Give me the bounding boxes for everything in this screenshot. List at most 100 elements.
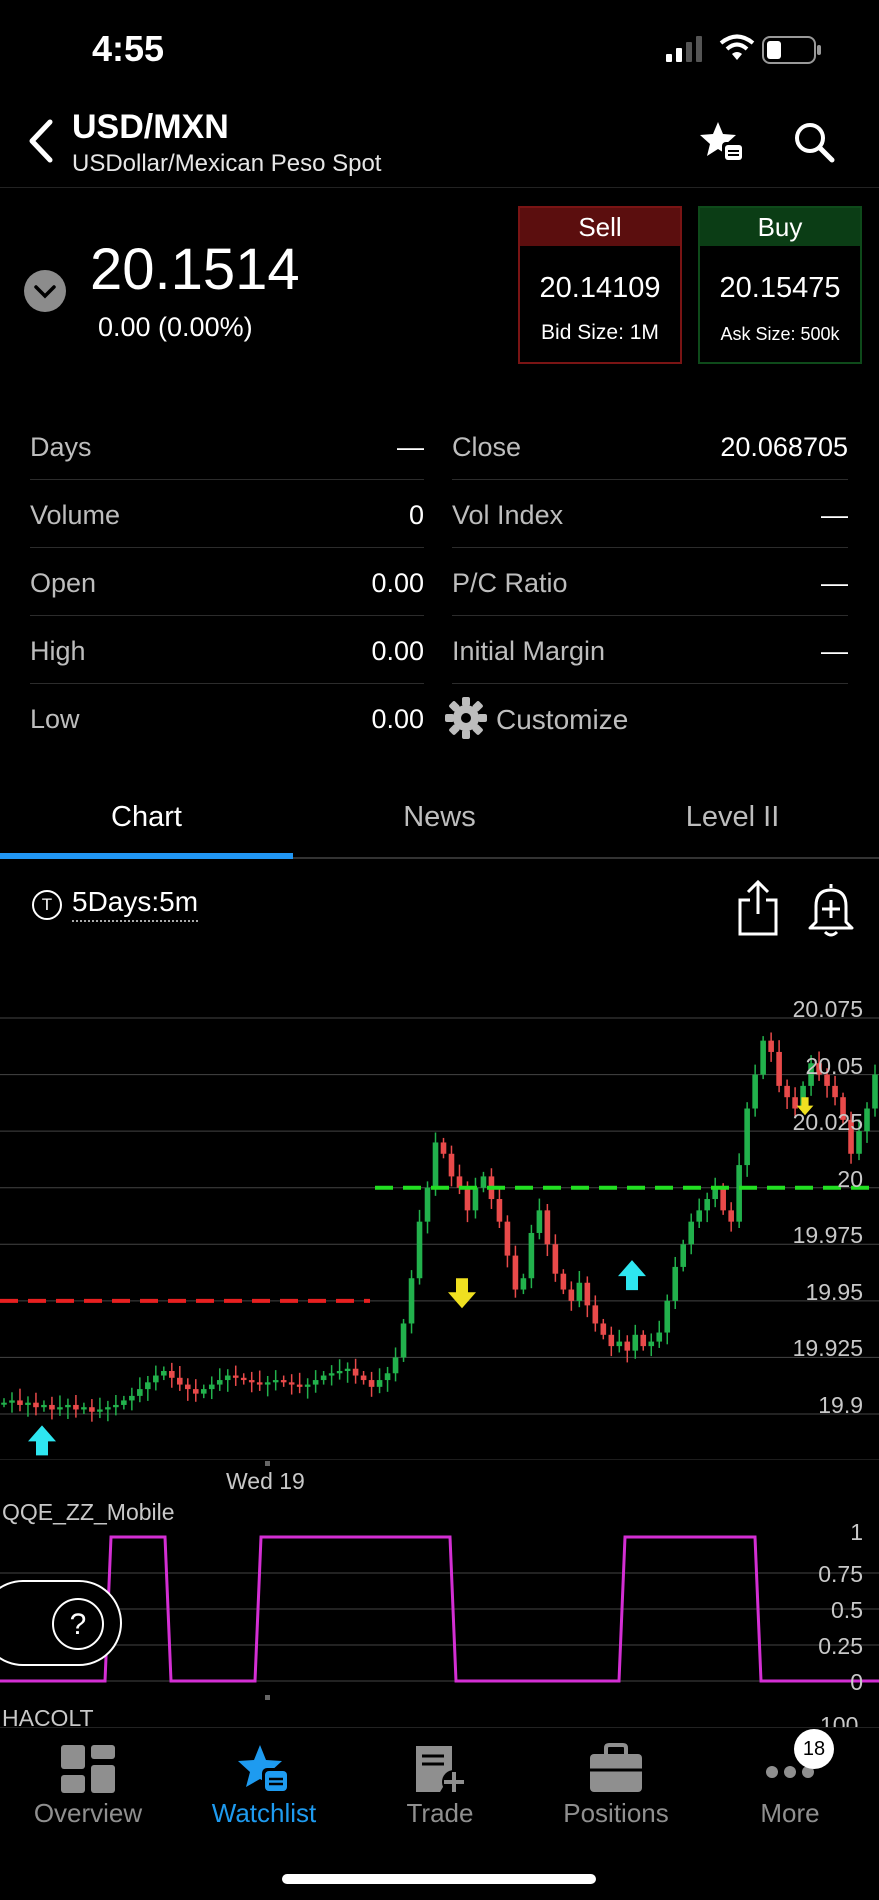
candle-body xyxy=(384,1373,391,1381)
status-bar: 4:55 xyxy=(0,0,879,100)
candle-body xyxy=(113,1404,119,1408)
candle-body xyxy=(560,1273,567,1290)
oscillator-tick-label: 0.25 xyxy=(818,1633,863,1659)
candle-body xyxy=(240,1377,247,1381)
nav-more[interactable]: More xyxy=(702,1728,878,1848)
nav-label: Overview xyxy=(33,1798,143,1828)
candle-body xyxy=(9,1400,15,1403)
nav-trade[interactable]: Trade xyxy=(352,1728,528,1848)
oscillator-chart[interactable] xyxy=(0,1525,879,1685)
candle-body xyxy=(121,1400,127,1405)
watchlist-star-icon[interactable] xyxy=(698,118,746,166)
candle-body xyxy=(304,1384,311,1387)
stat-value: — xyxy=(821,568,848,598)
candle-body xyxy=(752,1074,758,1109)
stat-low: Low 0.00 xyxy=(30,684,424,752)
trade-icon xyxy=(416,1746,466,1794)
candle-body xyxy=(145,1382,151,1390)
y-tick-label: 19.975 xyxy=(792,1222,863,1249)
candle-body xyxy=(472,1187,479,1211)
candle-body xyxy=(176,1377,183,1385)
oscillator-grid xyxy=(0,1572,879,1682)
bid-size: Bid Size: 1M xyxy=(541,321,659,344)
y-tick-label: 20.05 xyxy=(805,1052,863,1079)
candle-body xyxy=(97,1409,103,1412)
candle-body xyxy=(272,1380,279,1383)
candle-body xyxy=(480,1176,487,1188)
nav-watchlist[interactable]: Watchlist xyxy=(176,1728,352,1848)
oscillator-tick-label: 0.5 xyxy=(831,1597,863,1623)
candle-body xyxy=(440,1142,447,1154)
expand-quote-button[interactable] xyxy=(24,270,66,312)
candle-body xyxy=(720,1187,726,1211)
stat-initial-margin: Initial Margin — xyxy=(452,616,848,684)
candle-body xyxy=(416,1221,423,1279)
oscillator-tick-label: 0 xyxy=(850,1669,863,1695)
candle-body xyxy=(232,1375,239,1378)
stat-label: Low xyxy=(30,704,80,734)
tab-news[interactable]: News xyxy=(293,775,586,859)
stat-label: Open xyxy=(30,568,97,598)
nav-positions[interactable]: Positions xyxy=(528,1728,704,1848)
help-pill[interactable]: ? xyxy=(0,1580,122,1666)
stat-label: Days xyxy=(30,432,92,462)
period-selector[interactable]: 5Days:5m xyxy=(72,886,199,922)
chart-toolbar: T 5Days:5m xyxy=(0,876,879,956)
battery-icon xyxy=(762,36,821,64)
customize-label: Customize xyxy=(496,704,629,735)
candle-body xyxy=(616,1341,623,1347)
quote-panel: 20.1514 0.00 (0.00%) Sell 20.14109 Bid S… xyxy=(0,190,879,380)
help-button[interactable]: ? xyxy=(52,1598,104,1650)
y-tick-label: 19.9 xyxy=(818,1392,863,1418)
oscillator-tick-label: 1 xyxy=(850,1519,863,1545)
candle-body xyxy=(33,1402,39,1408)
wifi-icon xyxy=(719,34,755,60)
stat-value: — xyxy=(821,500,848,530)
candle-body xyxy=(73,1404,79,1410)
up-arrow-marker xyxy=(618,1260,646,1291)
candle-body xyxy=(432,1142,439,1188)
candle-body xyxy=(528,1232,535,1279)
buy-button[interactable]: Buy 20.15475 Ask Size: 500k xyxy=(698,206,862,364)
price-change: 0.00 (0.00%) xyxy=(98,312,253,342)
candle-body xyxy=(872,1074,878,1109)
customize-button[interactable]: Customize xyxy=(444,684,844,752)
share-icon[interactable] xyxy=(736,878,780,938)
candle-body xyxy=(776,1051,782,1086)
ask-price: 20.15475 xyxy=(719,272,841,304)
add-alert-icon[interactable] xyxy=(806,878,856,938)
candle-body xyxy=(1,1402,7,1405)
back-icon[interactable] xyxy=(22,116,62,166)
sell-button[interactable]: Sell 20.14109 Bid Size: 1M xyxy=(518,206,682,364)
candle-body xyxy=(792,1097,798,1109)
stat-label: Vol Index xyxy=(452,500,564,530)
nav-overview[interactable]: Overview xyxy=(0,1728,176,1848)
oscillator-title: QQE_ZZ_Mobile xyxy=(2,1499,175,1525)
stat-high: High 0.00 xyxy=(30,616,424,684)
tab-chart[interactable]: Chart xyxy=(0,775,293,859)
stat-label: Close xyxy=(452,432,522,462)
tab-level-ii[interactable]: Level II xyxy=(586,775,879,859)
candle-body xyxy=(864,1108,870,1132)
buy-label: Buy xyxy=(700,208,860,246)
stat-value: 0.00 xyxy=(371,568,424,598)
search-icon[interactable] xyxy=(790,118,838,166)
more-badge: 18 xyxy=(794,1729,834,1769)
candles xyxy=(1,1032,878,1422)
candle-body xyxy=(224,1375,231,1381)
nav-label: Positions xyxy=(563,1798,669,1828)
candle-body xyxy=(696,1210,703,1222)
symbol-description: USDollar/Mexican Peso Spot xyxy=(72,150,382,177)
candle-body xyxy=(208,1384,215,1390)
positions-icon xyxy=(590,1743,642,1792)
candle-body xyxy=(368,1380,375,1387)
candle-body xyxy=(552,1244,559,1274)
candle-body xyxy=(512,1255,519,1290)
candle-body xyxy=(568,1289,575,1301)
stat-pc-ratio: P/C Ratio — xyxy=(452,548,848,616)
candle-body xyxy=(184,1384,191,1390)
candle-body xyxy=(65,1404,71,1408)
stat-open: Open 0.00 xyxy=(30,548,424,616)
price-chart[interactable] xyxy=(0,960,879,1460)
x-tick-mark xyxy=(265,1695,270,1700)
